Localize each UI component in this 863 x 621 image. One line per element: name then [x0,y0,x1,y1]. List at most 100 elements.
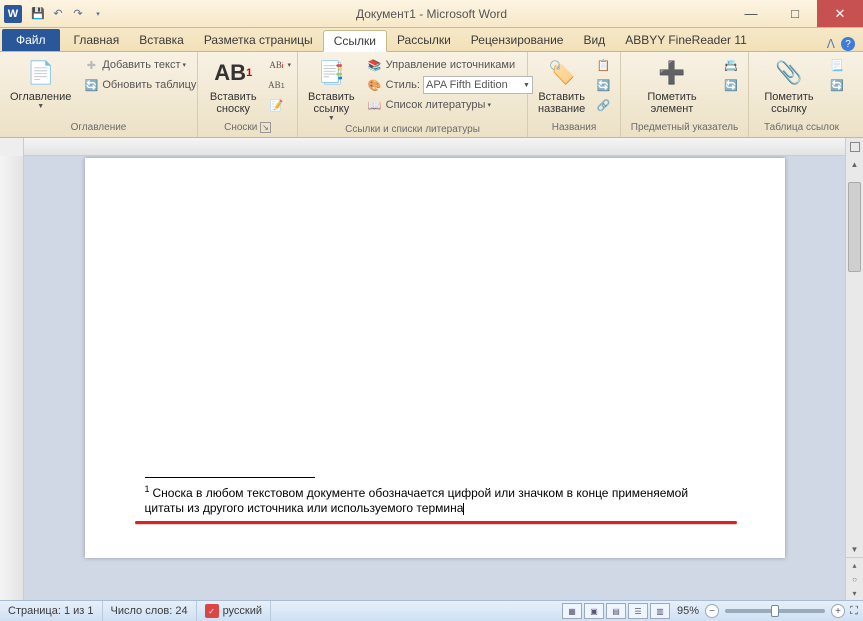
update-toa-icon: 🔄 [829,77,845,93]
group-captions: 🏷️ Вставить название 📋 🔄 🔗 Названия [528,52,621,137]
view-print-layout-button[interactable]: ▦ [562,603,582,619]
dialog-launcher-icon[interactable]: ↘ [260,122,271,133]
group-footnotes-label: Сноски ↘ [198,122,297,137]
insert-caption-button[interactable]: 🏷️ Вставить название [532,55,591,117]
next-footnote-icon: AB1 [268,77,284,93]
view-outline-button[interactable]: ☰ [628,603,648,619]
mark-entry-button[interactable]: ➕ Пометить элемент [625,55,719,117]
redo-icon[interactable]: ↷ [69,5,87,23]
insert-footnote-button[interactable]: AB1 Вставить сноску [202,55,264,117]
manage-sources-button[interactable]: 📚Управление источниками [365,55,535,75]
save-icon[interactable]: 💾 [29,5,47,23]
help-icon[interactable]: ? [841,37,855,51]
insert-caption-label: Вставить название [538,91,585,115]
show-notes-button[interactable]: 📝 [266,95,293,115]
manage-sources-icon: 📚 [367,57,383,73]
cross-ref-button[interactable]: 🔗 [593,95,616,115]
toc-label: Оглавление [10,91,71,103]
browse-object-icon[interactable]: ○ [846,572,863,586]
footnote-text[interactable]: 1 Сноска в любом текстовом документе обо… [145,482,725,516]
toc-button[interactable]: 📄 Оглавление ▼ [4,55,77,112]
toc-icon: 📄 [25,57,57,89]
word-app-icon[interactable]: W [4,5,22,23]
footnote-marker: 1 [145,484,150,494]
citation-style-select[interactable]: APA Fifth Edition▼ [423,76,533,94]
titlebar: W 💾 ↶ ↷ ▾ Документ1 - Microsoft Word — □… [0,0,863,28]
tab-mailings[interactable]: Рассылки [387,29,461,51]
update-tof-icon: 🔄 [595,77,611,93]
bibliography-button[interactable]: 📖Список литературы ▾ [365,95,535,115]
insert-endnote-button[interactable]: ABi▾ [266,55,293,75]
scroll-up-icon[interactable]: ▲ [846,156,863,172]
mark-citation-icon: 📎 [773,57,805,89]
view-draft-button[interactable]: ▥ [650,603,670,619]
zoom-slider-thumb[interactable] [771,605,779,617]
quick-access-toolbar: W 💾 ↶ ↷ ▾ [0,5,112,23]
ribbon: 📄 Оглавление ▼ ✚Добавить текст ▾ 🔄Обнови… [0,52,863,138]
view-web-button[interactable]: ▤ [606,603,626,619]
vertical-scrollbar[interactable]: ▲ ▼ ▴ ○ ▾ [845,156,863,600]
zoom-out-button[interactable]: − [705,604,719,618]
chevron-down-icon: ▼ [328,115,335,122]
mark-citation-button[interactable]: 📎 Пометить ссылку [753,55,825,117]
zoom-in-button[interactable]: + [831,604,845,618]
insert-citation-button[interactable]: 📑 Вставить ссылку ▼ [302,55,361,124]
caption-icon: 🏷️ [546,57,578,89]
zoom-fit-icon[interactable]: ⛶ [845,605,863,618]
insert-tof-button[interactable]: 📋 [593,55,616,75]
tab-page-layout[interactable]: Разметка страницы [194,29,323,51]
update-index-button[interactable]: 🔄 [721,75,744,95]
insert-toa-button[interactable]: 📃 [827,55,850,75]
ruler-vertical[interactable] [0,156,24,600]
update-toa-button[interactable]: 🔄 [827,75,850,95]
group-footnotes: AB1 Вставить сноску ABi▾ AB1 📝 Сноски ↘ [198,52,298,137]
status-page[interactable]: Страница: 1 из 1 [0,601,103,621]
group-citations-label: Ссылки и списки литературы [298,124,527,137]
group-captions-label: Названия [528,122,620,137]
ribbon-tabs: Файл Главная Вставка Разметка страницы С… [0,28,863,52]
ruler-toggle-icon[interactable] [850,142,860,152]
statusbar: Страница: 1 из 1 Число слов: 24 ✓русский… [0,600,863,621]
status-word-count[interactable]: Число слов: 24 [103,601,197,621]
show-notes-icon: 📝 [268,97,284,113]
close-button[interactable]: ✕ [817,0,863,27]
scroll-down-icon[interactable]: ▼ [846,541,863,557]
endnote-icon: ABi [268,57,284,73]
tab-references[interactable]: Ссылки [323,30,387,52]
group-toc: 📄 Оглавление ▼ ✚Добавить текст ▾ 🔄Обнови… [0,52,198,137]
zoom-slider[interactable] [725,609,825,613]
mark-entry-label: Пометить элемент [631,91,713,115]
zoom-level[interactable]: 95% [671,605,705,617]
tab-review[interactable]: Рецензирование [461,29,574,51]
tab-file[interactable]: Файл [2,29,60,51]
tab-view[interactable]: Вид [573,29,615,51]
tab-abbyy[interactable]: ABBYY FineReader 11 [615,29,757,51]
red-underline-annotation [135,521,737,524]
next-footnote-button[interactable]: AB1 [266,75,293,95]
mark-citation-label: Пометить ссылку [759,91,819,115]
mark-entry-icon: ➕ [656,57,688,89]
document-workspace: 1 Сноска в любом текстовом документе обо… [0,156,863,600]
scrollbar-thumb[interactable] [848,182,861,272]
tab-insert[interactable]: Вставка [129,29,194,51]
ruler-horizontal[interactable] [24,138,845,156]
undo-icon[interactable]: ↶ [49,5,67,23]
status-language[interactable]: ✓русский [197,601,271,621]
update-tof-button[interactable]: 🔄 [593,75,616,95]
prev-page-icon[interactable]: ▴ [846,558,863,572]
update-toc-button[interactable]: 🔄Обновить таблицу [81,75,198,95]
status-language-label: русский [223,605,262,617]
document-page[interactable]: 1 Сноска в любом текстовом документе обо… [85,158,785,558]
view-full-screen-button[interactable]: ▣ [584,603,604,619]
maximize-button[interactable]: □ [773,0,817,27]
insert-index-button[interactable]: 📇 [721,55,744,75]
qat-customize-icon[interactable]: ▾ [89,5,107,23]
group-toc-label: Оглавление [0,122,197,137]
minimize-button[interactable]: — [729,0,773,27]
ribbon-minimize-icon[interactable]: ᐱ [827,37,835,51]
scrollbar-track[interactable] [846,172,863,541]
next-page-icon[interactable]: ▾ [846,586,863,600]
add-text-button[interactable]: ✚Добавить текст ▾ [81,55,198,75]
document-scroll-area[interactable]: 1 Сноска в любом текстовом документе обо… [24,156,845,600]
tab-home[interactable]: Главная [64,29,130,51]
